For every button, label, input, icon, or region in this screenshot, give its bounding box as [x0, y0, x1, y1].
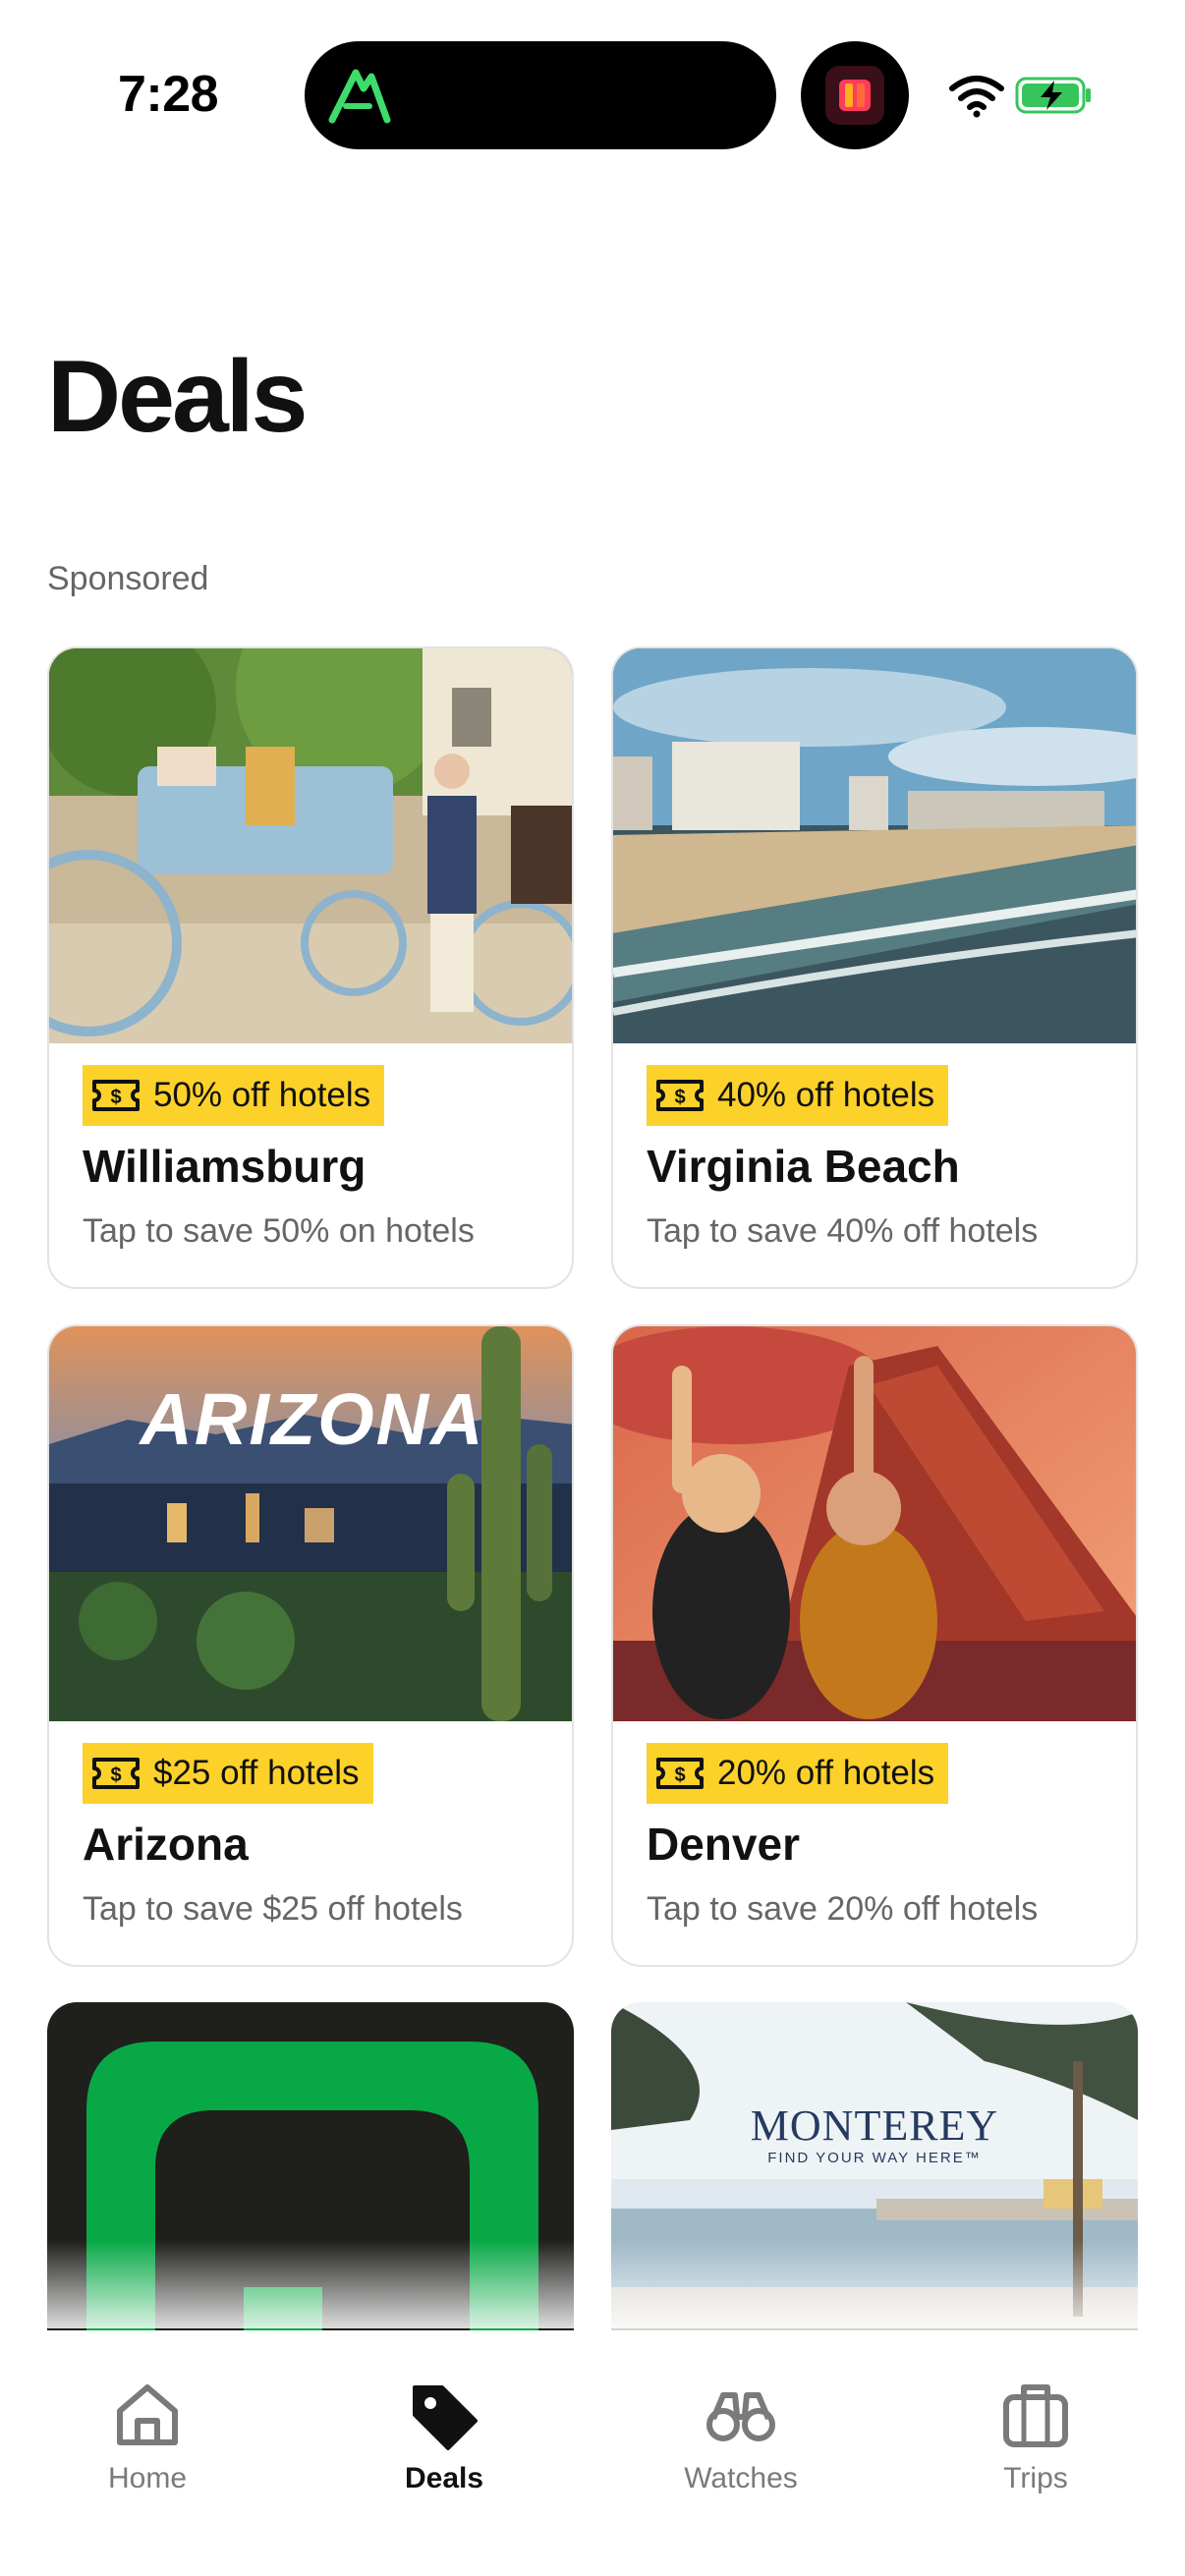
- sponsored-label: Sponsored: [47, 560, 209, 597]
- arizona-image-text: ARIZONA: [140, 1378, 485, 1460]
- tab-watches-label: Watches: [684, 2462, 798, 2494]
- deal-subtitle: Tap to save 40% off hotels: [647, 1212, 1039, 1250]
- battery-charging-icon: [1015, 77, 1091, 114]
- app-icon: [825, 66, 884, 125]
- arizona-city-photo: ARIZONA: [49, 1326, 572, 1721]
- monterey-image-tagline: FIND YOUR WAY HERE™: [767, 2150, 982, 2166]
- discount-ticket-icon: $: [656, 1758, 704, 1789]
- monterey-image-text: MONTEREY: [750, 2101, 999, 2150]
- deal-badge: $ 40% off hotels: [647, 1065, 949, 1126]
- tab-home-label: Home: [107, 2462, 188, 2494]
- deal-badge-text: 40% off hotels: [717, 1076, 935, 1114]
- deal-badge-text: 20% off hotels: [717, 1754, 935, 1792]
- tab-trips[interactable]: Trips: [937, 2380, 1134, 2517]
- tab-deals[interactable]: Deals: [346, 2380, 542, 2517]
- deal-badge: $ 20% off hotels: [647, 1743, 949, 1804]
- deal-card-denver[interactable]: $ 20% off hotels Denver Tap to save 20% …: [611, 1324, 1138, 1967]
- binoculars-icon: [706, 2392, 775, 2441]
- alltrails-mountain-icon: [328, 69, 391, 124]
- svg-text:$: $: [110, 1764, 121, 1786]
- deal-title: Arizona: [83, 1819, 249, 1870]
- beach-aerial-photo: [613, 648, 1136, 1043]
- home-icon: [117, 2384, 178, 2445]
- dynamic-island[interactable]: [305, 41, 776, 149]
- svg-text:$: $: [674, 1764, 685, 1786]
- suitcase-icon: [1003, 2384, 1068, 2447]
- page-title: Deals: [47, 340, 309, 454]
- deal-subtitle: Tap to save $25 off hotels: [83, 1890, 463, 1928]
- bottom-tab-bar: Home Deals Watches Trips: [0, 2330, 1185, 2576]
- tab-watches[interactable]: Watches: [643, 2380, 839, 2517]
- deal-badge-text: $25 off hotels: [153, 1754, 360, 1792]
- deal-subtitle: Tap to save 20% off hotels: [647, 1890, 1039, 1928]
- deals-screen: 7:28 Deals Sponsored $ 50% off hotels Wi…: [0, 0, 1185, 2576]
- deal-subtitle: Tap to save 50% on hotels: [83, 1212, 475, 1250]
- wifi-icon: [949, 76, 1004, 118]
- svg-text:$: $: [674, 1087, 685, 1108]
- deal-badge: $ $25 off hotels: [83, 1743, 373, 1804]
- deal-card-williamsburg[interactable]: $ 50% off hotels Williamsburg Tap to sav…: [47, 646, 574, 1289]
- horse-carriage-photo: [49, 648, 572, 1043]
- scroll-fade: [0, 2240, 1185, 2328]
- status-time: 7:28: [118, 66, 219, 123]
- deal-badge: $ 50% off hotels: [83, 1065, 385, 1126]
- tab-trips-label: Trips: [1003, 2462, 1068, 2494]
- live-activity-dot[interactable]: [801, 41, 909, 149]
- tag-icon: [413, 2385, 478, 2450]
- tab-home[interactable]: Home: [49, 2380, 246, 2517]
- deal-title: Williamsburg: [83, 1141, 367, 1192]
- svg-text:$: $: [110, 1087, 121, 1108]
- deal-badge-text: 50% off hotels: [153, 1076, 371, 1114]
- discount-ticket-icon: $: [656, 1080, 704, 1111]
- discount-ticket-icon: $: [92, 1758, 140, 1789]
- status-bar: 7:28: [0, 0, 1185, 187]
- deal-card-virginia-beach[interactable]: $ 40% off hotels Virginia Beach Tap to s…: [611, 646, 1138, 1289]
- discount-ticket-icon: $: [92, 1080, 140, 1111]
- deal-title: Denver: [647, 1819, 800, 1870]
- deal-card-arizona[interactable]: ARIZONA $ $25 off hotels Arizona Tap to …: [47, 1324, 574, 1967]
- tab-deals-label: Deals: [404, 2462, 484, 2494]
- deal-title: Virginia Beach: [647, 1141, 960, 1192]
- red-rocks-concert-photo: [613, 1326, 1136, 1721]
